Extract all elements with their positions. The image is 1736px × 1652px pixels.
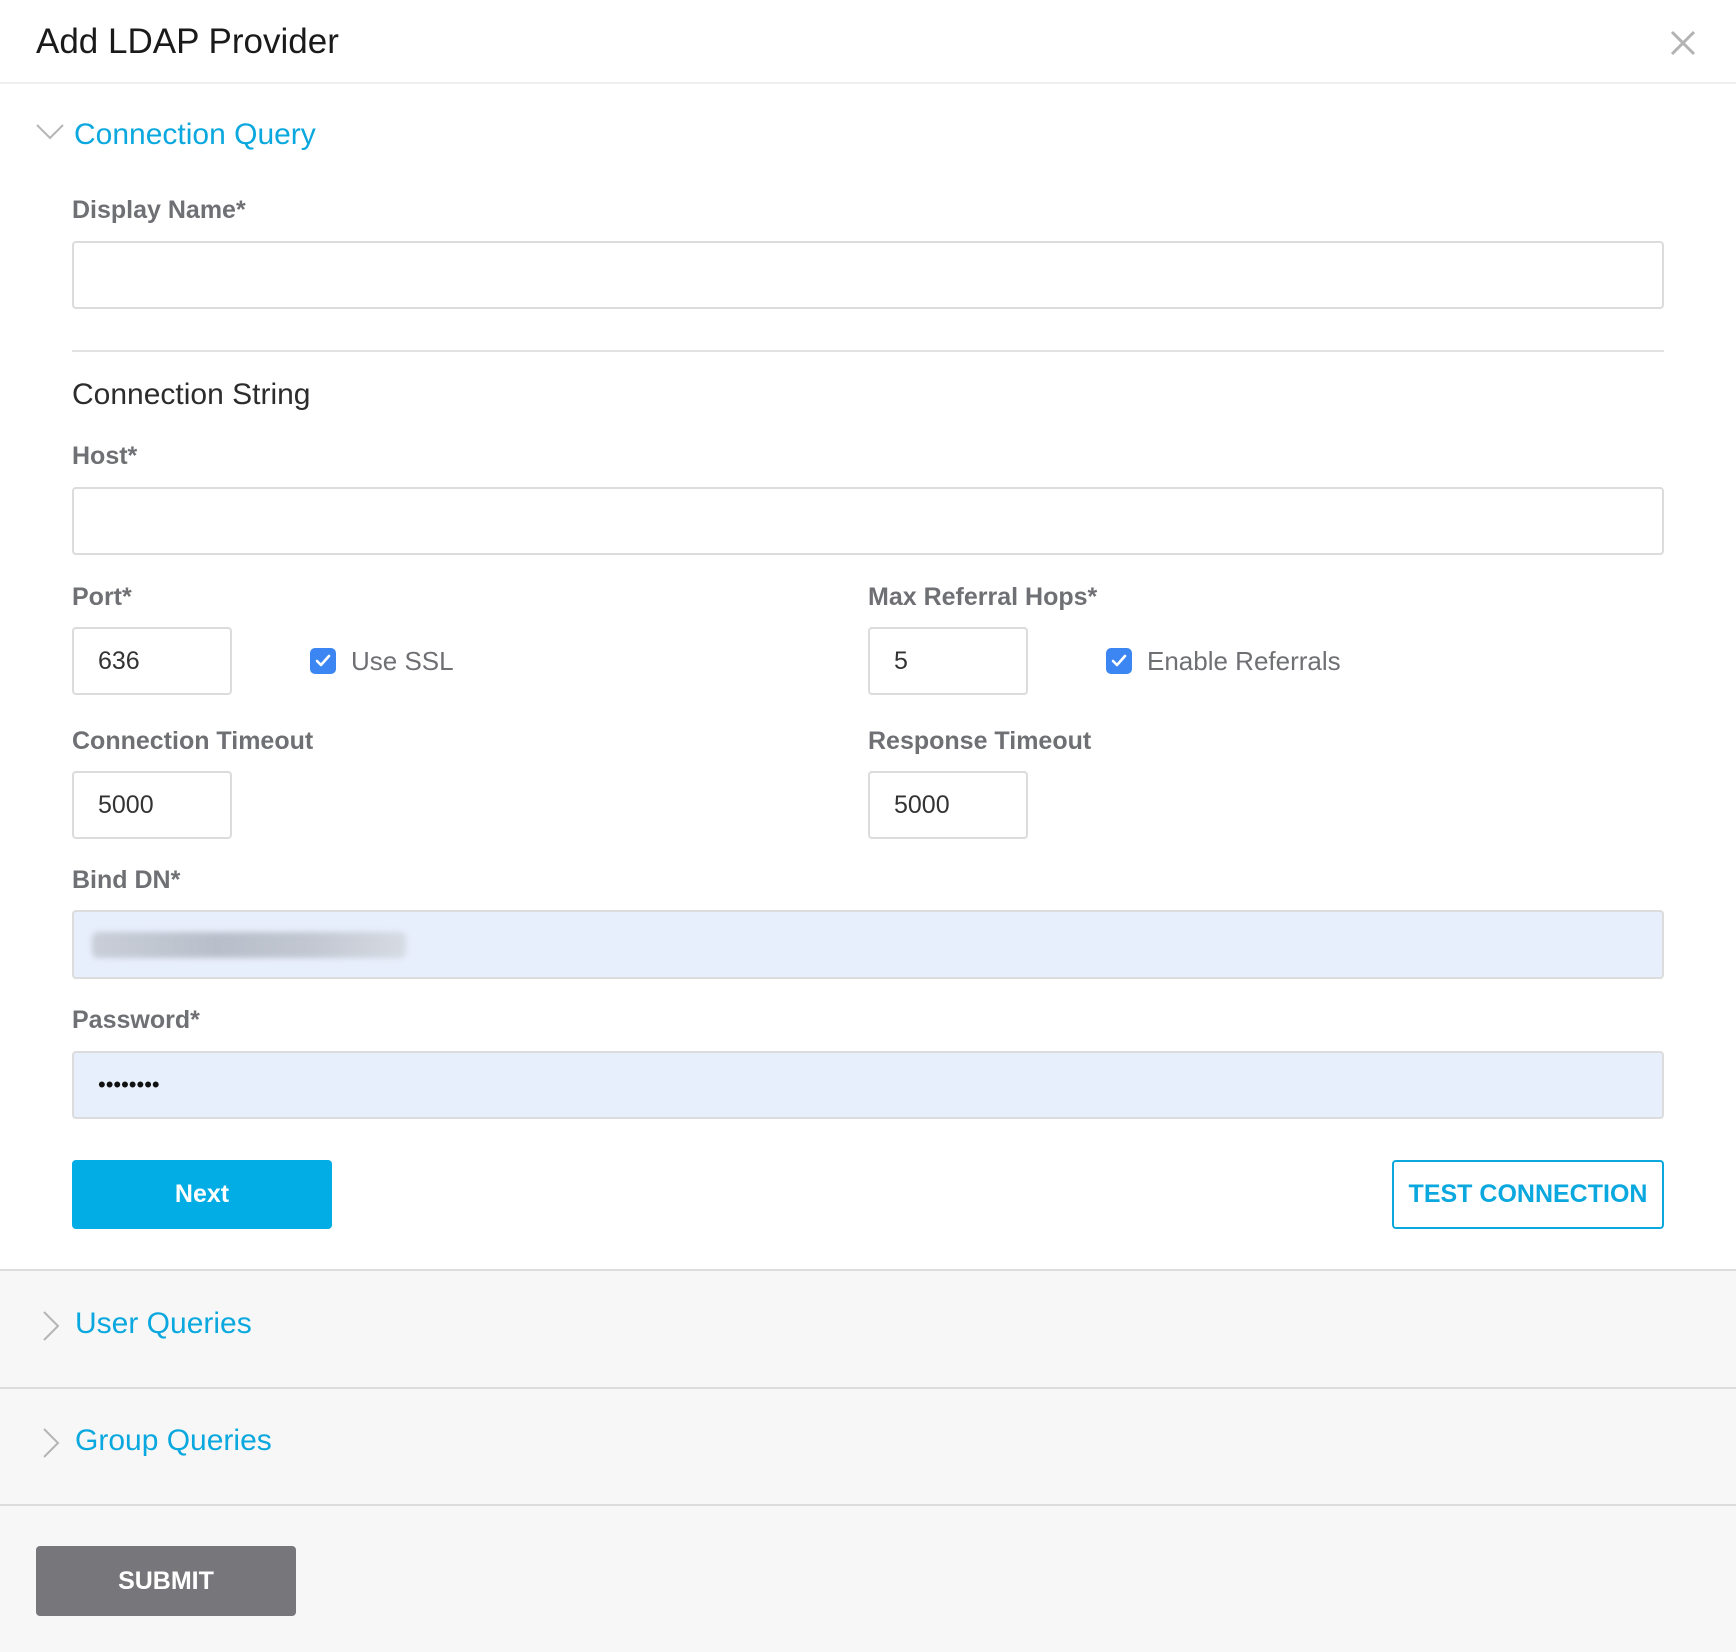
checkmark-icon (1111, 654, 1127, 667)
port-label: Port* (72, 583, 132, 611)
section-user-queries-header[interactable]: User Queries (0, 1271, 1736, 1387)
section-divider (72, 350, 1664, 352)
connection-timeout-label: Connection Timeout (72, 727, 314, 755)
test-connection-button[interactable]: TEST CONNECTION (1392, 1160, 1664, 1229)
section-group-queries-title: Group Queries (75, 1424, 272, 1457)
display-name-input[interactable] (72, 241, 1664, 309)
chevron-right-icon (42, 1428, 60, 1463)
bind-dn-label: Bind DN* (72, 866, 181, 894)
host-input[interactable] (72, 487, 1664, 555)
close-icon[interactable] (1668, 28, 1698, 58)
response-timeout-input[interactable] (868, 771, 1028, 839)
response-timeout-label: Response Timeout (868, 727, 1092, 755)
password-label: Password* (72, 1006, 200, 1034)
display-name-label: Display Name* (72, 196, 246, 224)
connection-string-heading: Connection String (72, 378, 311, 411)
use-ssl-label: Use SSL (351, 646, 454, 676)
enable-referrals-checkbox[interactable] (1106, 648, 1132, 674)
max-referral-hops-label: Max Referral Hops* (868, 583, 1098, 611)
section-connection-query-header[interactable]: Connection Query (36, 116, 436, 156)
next-button[interactable]: Next (72, 1160, 332, 1229)
chevron-right-icon (42, 1311, 60, 1346)
dialog-title: Add LDAP Provider (36, 22, 339, 61)
max-referral-hops-input[interactable] (868, 627, 1028, 695)
connection-timeout-input[interactable] (72, 771, 232, 839)
password-input[interactable]: •••••••• (72, 1051, 1664, 1119)
use-ssl-checkbox[interactable] (310, 648, 336, 674)
dialog-header: Add LDAP Provider (0, 0, 1736, 84)
submit-button[interactable]: SUBMIT (36, 1546, 296, 1616)
chevron-down-icon (36, 122, 64, 148)
bind-dn-redacted-value (92, 932, 406, 958)
port-input[interactable] (72, 627, 232, 695)
section-group-queries-header[interactable]: Group Queries (0, 1389, 1736, 1504)
enable-referrals-label: Enable Referrals (1147, 646, 1341, 676)
section-user-queries-title: User Queries (75, 1307, 252, 1340)
checkmark-icon (315, 654, 331, 667)
host-label: Host* (72, 442, 138, 470)
section-divider (0, 1504, 1736, 1506)
section-connection-query-title: Connection Query (74, 118, 316, 151)
